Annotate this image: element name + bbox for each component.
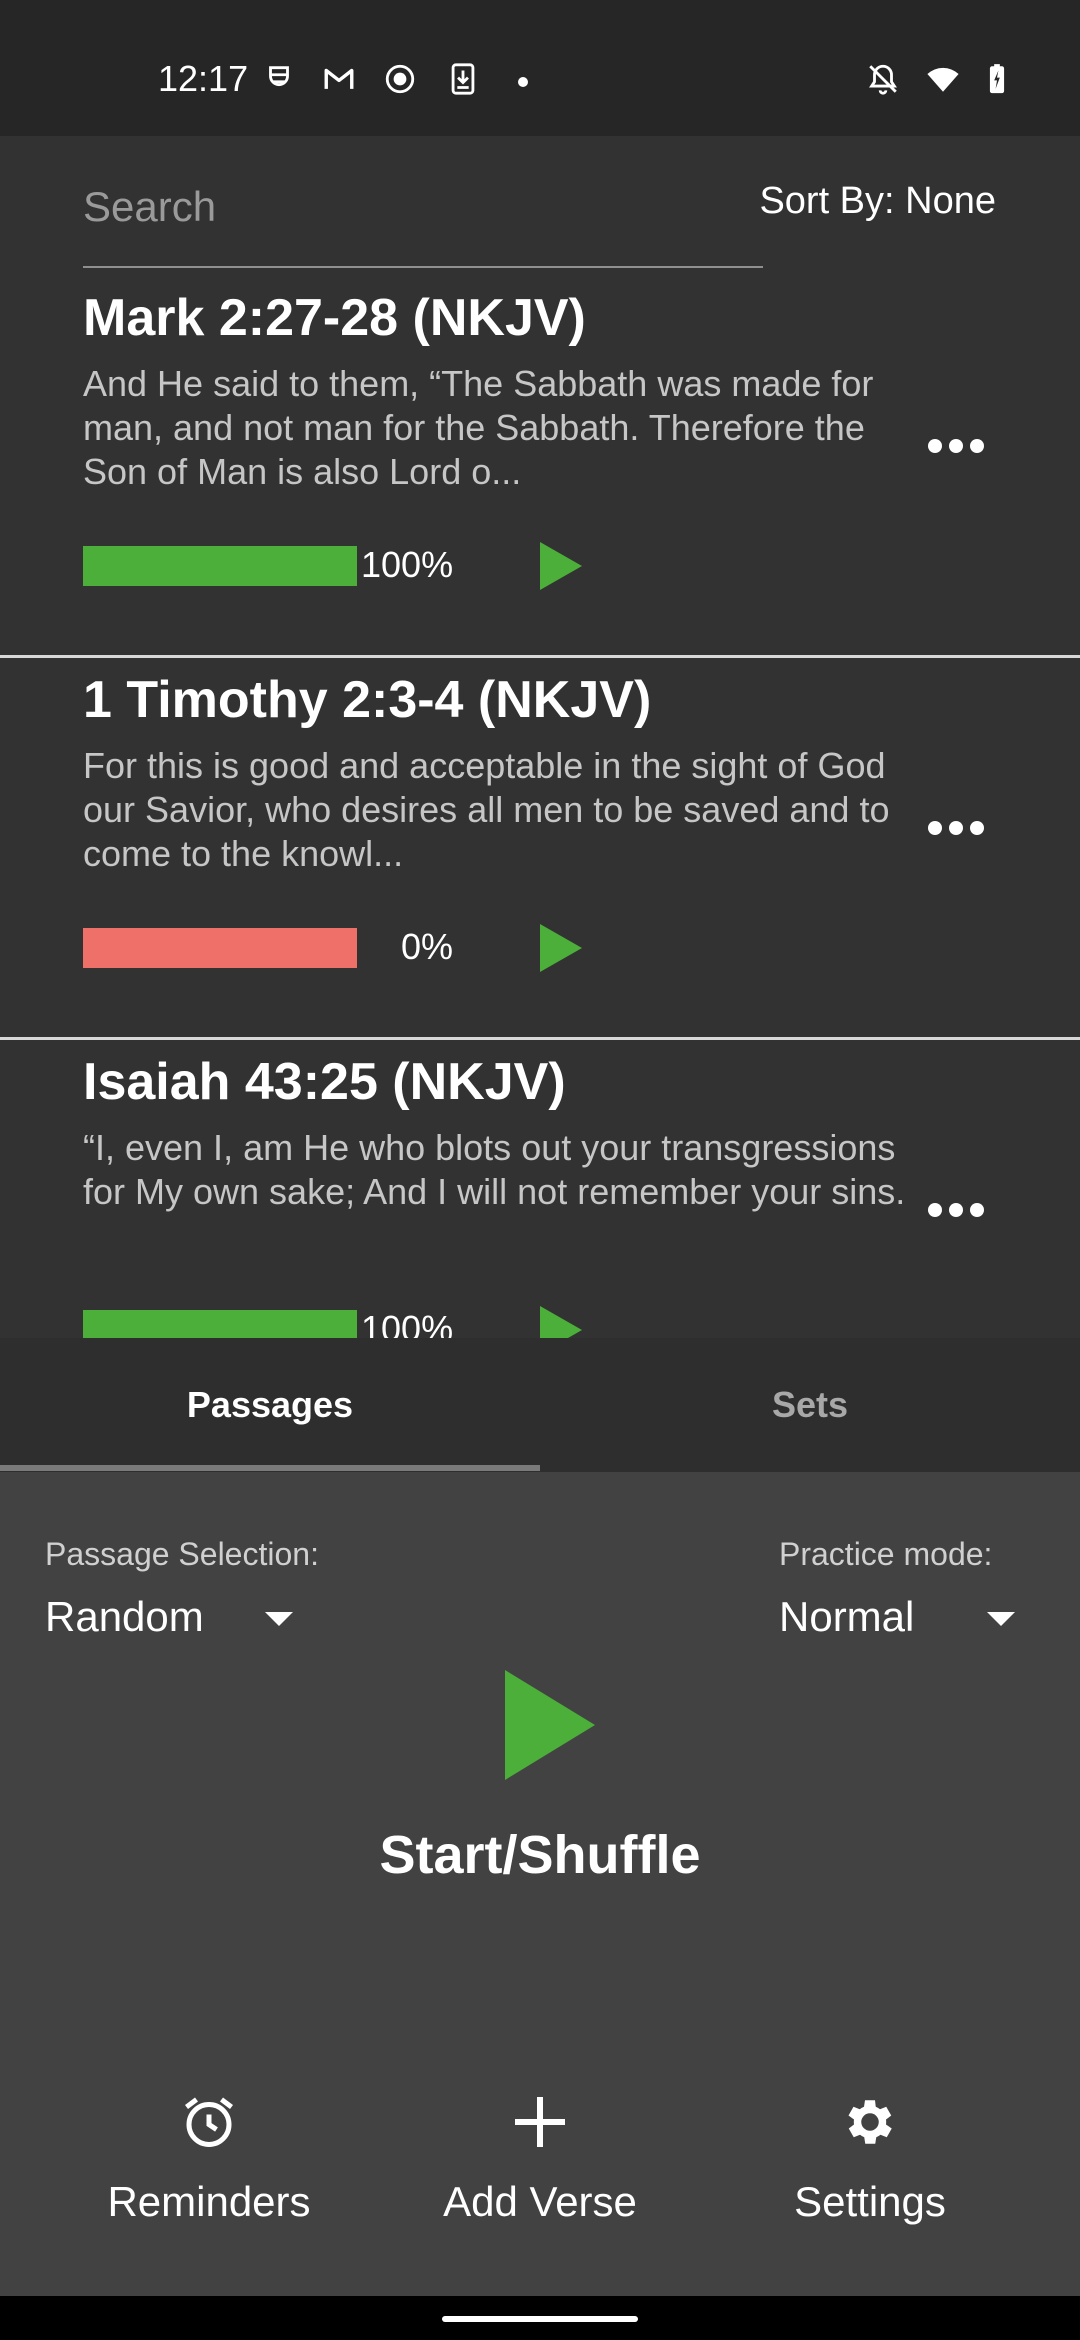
tab-passages[interactable]: Passages [0,1338,540,1472]
progress-fill [83,1310,357,1338]
progress-bar [83,928,357,968]
practice-panel: Passage Selection: Random Practice mode:… [0,1472,1080,2296]
tab-sets[interactable]: Sets [540,1338,1080,1472]
passage-card[interactable]: Isaiah 43:25 (NKJV) “I, even I, am He wh… [0,1040,1080,1338]
record-icon [385,64,415,94]
progress-percent: 0% [401,926,454,967]
sort-by-button[interactable]: Sort By: None [759,180,996,223]
plus-icon [515,2097,565,2147]
passage-selection-label: Passage Selection: [45,1536,319,1572]
passage-selection-value: Random [45,1593,204,1640]
practice-mode-dropdown[interactable]: Normal [779,1582,1029,1652]
play-icon[interactable] [540,1306,582,1338]
progress-bar [83,546,357,586]
search-row: Sort By: None [0,136,1080,276]
progress-percent: 100% [361,1308,454,1338]
settings-button[interactable]: Settings [740,2092,1000,2252]
notification-dot [518,77,528,87]
passage-text: For this is good and acceptable in the s… [83,745,890,874]
notifications-off-icon [869,64,897,95]
battery-charging-icon [989,64,1005,94]
gear-icon [848,2100,892,2144]
add-verse-button[interactable]: Add Verse [410,2092,670,2252]
tab-bar: Passages Sets [0,1338,1080,1472]
passage-text: “I, even I, am He who blots out your tra… [83,1127,906,1212]
start-shuffle-button[interactable]: Start/Shuffle [0,1824,1080,1886]
play-icon[interactable] [540,924,582,972]
gmail-icon [324,68,354,89]
passage-selection-dropdown[interactable]: Random [45,1582,315,1652]
download-icon [451,63,475,95]
play-icon[interactable] [540,542,582,590]
practice-mode-label: Practice mode: [779,1536,993,1572]
passage-title: 1 Timothy 2:3-4 (NKJV) [83,671,652,729]
start-play-icon[interactable] [505,1670,595,1780]
search-underline [83,266,763,268]
progress-percent: 100% [361,544,454,585]
passage-card[interactable]: Mark 2:27-28 (NKJV) And He said to them,… [0,276,1080,658]
status-time: 12:17 [158,58,249,99]
progress-bar [83,1310,357,1338]
practice-mode-value: Normal [779,1593,915,1640]
wifi-icon [927,67,959,92]
alarm-clock-icon [185,2097,233,2147]
chevron-down-icon [265,1612,293,1626]
passage-title: Mark 2:27-28 (NKJV) [83,289,586,347]
progress-fill [83,546,357,586]
reminders-label: Reminders [107,2178,311,2225]
hat-icon [269,66,289,86]
status-bar: 12:17 [0,0,1080,136]
more-options-icon[interactable] [920,1190,992,1230]
settings-label: Settings [794,2178,946,2225]
home-handle[interactable] [442,2316,638,2322]
passages-list[interactable]: Mark 2:27-28 (NKJV) And He said to them,… [0,276,1080,1338]
reminders-button[interactable]: Reminders [79,2092,339,2252]
tab-indicator [0,1465,540,1471]
more-options-icon[interactable] [920,808,992,848]
navigation-bar [0,2296,1080,2340]
passage-title: Isaiah 43:25 (NKJV) [83,1053,566,1111]
add-verse-label: Add Verse [443,2178,637,2225]
chevron-down-icon [987,1612,1015,1626]
more-options-icon[interactable] [920,426,992,466]
search-input[interactable] [83,172,763,242]
passage-card[interactable]: 1 Timothy 2:3-4 (NKJV) For this is good … [0,658,1080,1040]
passage-text: And He said to them, “The Sabbath was ma… [83,363,874,492]
